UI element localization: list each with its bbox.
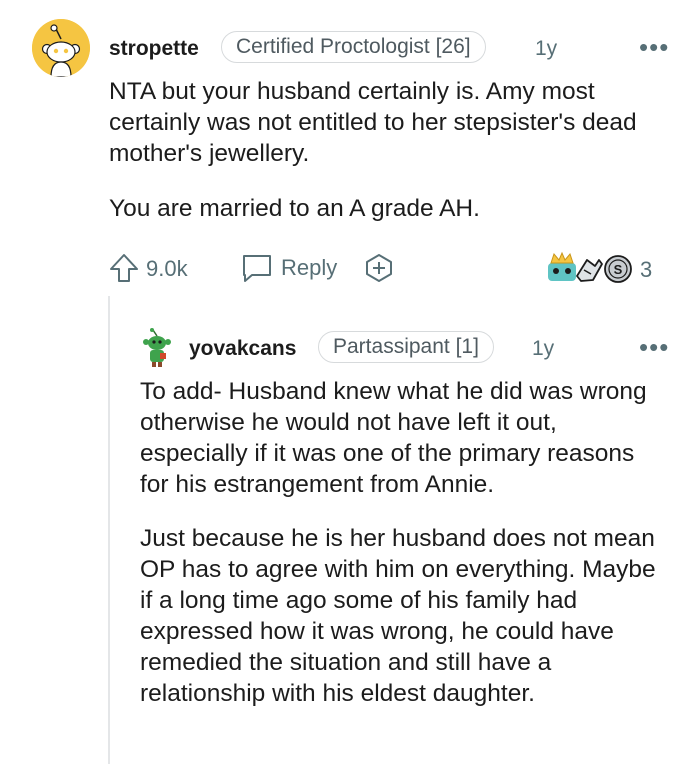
upvote-arrow-icon: [110, 254, 138, 282]
comment-age: 1y: [535, 37, 558, 60]
silver-award-icon: S: [604, 255, 632, 283]
reply-label: Reply: [281, 255, 338, 280]
reply-button[interactable]: Reply: [240, 251, 360, 285]
speech-bubble-icon: [243, 255, 271, 282]
award-count: 3: [640, 257, 653, 282]
give-award-button[interactable]: [363, 252, 395, 284]
thread-line[interactable]: [108, 296, 110, 764]
reply-user-avatar[interactable]: [142, 328, 172, 368]
reply-username[interactable]: yovakcans: [189, 337, 296, 361]
upvote-button[interactable]: [108, 252, 142, 284]
snoo-avatar-icon: [143, 328, 171, 367]
more-options-button[interactable]: •••: [639, 34, 669, 60]
reply-paragraph: To add- Husband knew what he did was wro…: [140, 378, 647, 498]
reply-paragraph: Just because he is her husband does not …: [140, 525, 656, 707]
awards-row[interactable]: S: [545, 251, 641, 285]
add-award-icon: [366, 254, 392, 282]
vote-count: 9.0k: [146, 256, 188, 281]
hand-award-icon: [576, 259, 603, 282]
reply-user-flair: Partassipant [1]: [318, 331, 494, 363]
snoo-avatar-icon: [32, 19, 90, 77]
comment-paragraph: NTA but your husband certainly is. Amy m…: [109, 78, 637, 167]
user-flair: Certified Proctologist [26]: [221, 31, 486, 63]
user-avatar[interactable]: [32, 19, 90, 77]
reply-age: 1y: [532, 337, 555, 360]
comment-username[interactable]: stropette: [109, 37, 199, 61]
reply-more-options-button[interactable]: •••: [639, 334, 669, 360]
svg-text:S: S: [614, 262, 623, 277]
comment-paragraph: You are married to an A grade AH.: [109, 195, 480, 222]
